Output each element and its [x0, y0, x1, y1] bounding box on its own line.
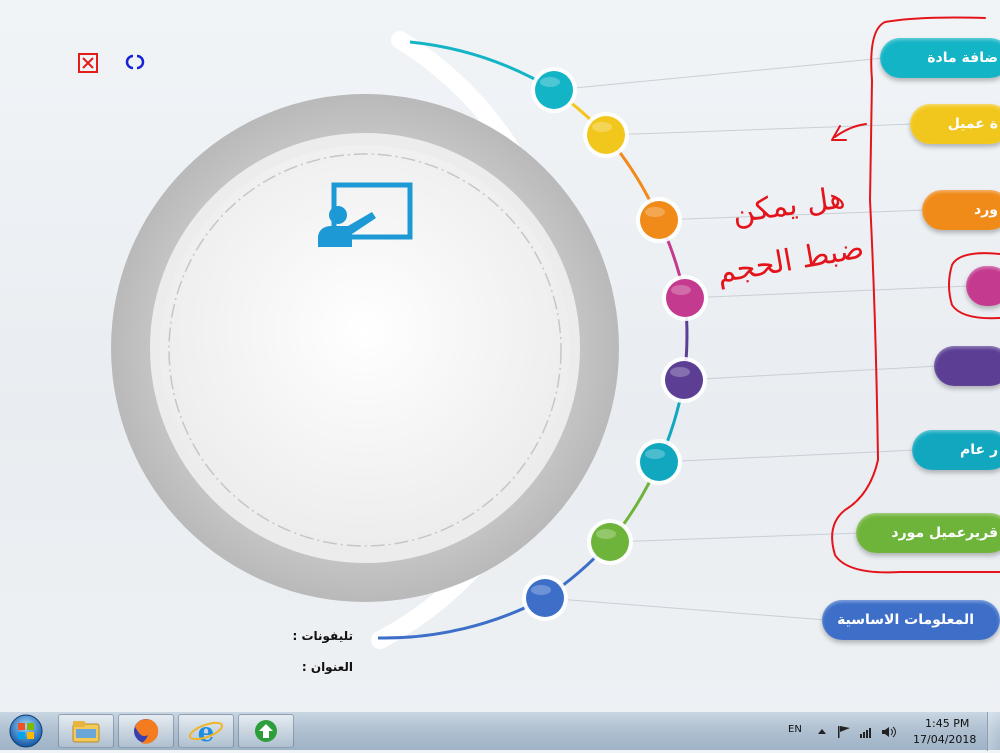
connector-line-2 [605, 123, 915, 136]
close-button[interactable] [78, 53, 98, 73]
close-x-icon [78, 53, 98, 73]
menu-button-label: المعلومات الاساسية [837, 612, 974, 628]
flag-icon [838, 726, 850, 738]
menu-button-label: قريرعميل مورد [891, 525, 998, 541]
connector-line-7 [609, 532, 861, 543]
menu-dot-3[interactable] [636, 197, 682, 243]
folder-icon [72, 721, 100, 743]
menu-dot-4[interactable] [662, 275, 708, 321]
show-desktop-button[interactable] [987, 712, 1000, 751]
menu-dot-8[interactable] [522, 575, 568, 621]
app-launcher-icon [255, 720, 277, 742]
phones-label: تليفونات : [292, 629, 353, 643]
connector-line-5 [683, 365, 939, 381]
menu-button-7[interactable]: قريرعميل مورد [856, 513, 1000, 553]
windows-start-orb-icon [9, 714, 43, 748]
menu-button-6[interactable]: ر عام [912, 430, 1000, 470]
connector-line-6 [658, 449, 917, 463]
clock-time[interactable]: 1:45 PM [925, 717, 969, 730]
language-indicator[interactable]: EN [788, 724, 802, 735]
menu-button-label: ضافة مادة [927, 50, 998, 66]
taskbar-file-explorer[interactable] [58, 714, 114, 748]
internet-explorer-icon: e [188, 718, 224, 748]
menu-dot-7[interactable] [587, 519, 633, 565]
firefox-icon [134, 719, 159, 744]
menu-dot-5[interactable] [661, 357, 707, 403]
clock-date[interactable]: 17/04/2018 [913, 733, 976, 746]
windows-taskbar: e EN 1:45 PM 17/04/2018 [0, 711, 1000, 751]
inner-disk [160, 145, 570, 555]
speaker-icon [882, 726, 896, 738]
menu-button-5[interactable] [934, 346, 1000, 386]
connector-line-8 [544, 597, 827, 621]
refresh-button[interactable] [125, 52, 145, 72]
app-window: هل يمكن ضبط الحجم ضافة مادة ة عميل ورد ر عا… [0, 0, 1000, 711]
tray-icons [818, 726, 896, 738]
menu-button-4[interactable] [966, 266, 1000, 306]
start-button[interactable] [6, 713, 46, 749]
refresh-icon [125, 54, 145, 70]
menu-button-label: ورد [974, 202, 998, 218]
taskbar-firefox[interactable] [118, 714, 174, 748]
signal-icon [860, 728, 871, 738]
address-label: العنوان : [301, 660, 353, 674]
menu-dot-2[interactable] [583, 112, 629, 158]
connector-line-1 [553, 57, 885, 91]
menu-button-label: ر عام [959, 442, 998, 458]
menu-button-label: ة عميل [947, 116, 998, 132]
menu-button-3[interactable]: ورد [922, 190, 1000, 230]
connector-line-3 [658, 209, 927, 221]
connector-line-4 [684, 285, 971, 299]
menu-button-8[interactable]: المعلومات الاساسية [822, 600, 1000, 640]
menu-button-1[interactable]: ضافة مادة [880, 38, 1000, 78]
menu-button-2[interactable]: ة عميل [910, 104, 1000, 144]
taskbar-app-launcher[interactable] [238, 714, 294, 748]
menu-dot-1[interactable] [531, 67, 577, 113]
menu-dot-6[interactable] [636, 439, 682, 485]
taskbar-internet-explorer[interactable]: e [178, 714, 234, 748]
show-hidden-icons-icon [818, 729, 826, 734]
